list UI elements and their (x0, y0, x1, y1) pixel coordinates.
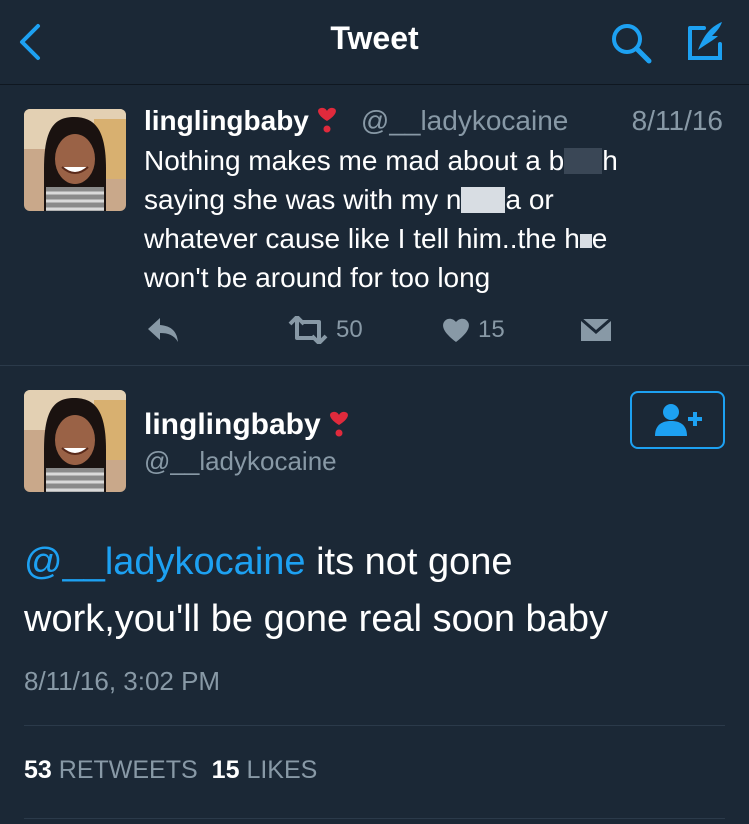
display-name[interactable]: linglingbaby (144, 105, 309, 136)
tweet-text: @__ladykocaine its not gone work,you'll … (24, 534, 724, 648)
tweet-text-segment: its not gone (305, 541, 513, 583)
tweet-text-segment: won't be around for too long (144, 262, 491, 293)
envelope-icon (580, 318, 612, 341)
tweet-text-segment: h (602, 145, 618, 176)
divider (24, 818, 725, 819)
compose-icon[interactable] (682, 18, 730, 66)
retweet-count: 50 (336, 316, 363, 343)
avatar[interactable] (24, 109, 126, 211)
avatar[interactable] (24, 390, 126, 492)
reply-button[interactable] (146, 313, 180, 347)
censor-block (564, 148, 603, 174)
parent-tweet[interactable]: linglingbaby @__ladykocaine 8/11/16 Noth… (0, 85, 749, 366)
tweet-text: Nothing makes me mad about a b h saying s… (144, 141, 729, 297)
tweet-text-segment: Nothing makes me mad about a b (144, 145, 565, 176)
search-icon[interactable] (608, 20, 654, 66)
display-name[interactable]: linglingbaby (144, 408, 321, 441)
heavy-heart-exclamation-icon (329, 411, 348, 437)
like-count: 15 (478, 316, 505, 343)
retweets-label: RETWEETS (58, 756, 198, 784)
like-count: 15 (211, 756, 240, 784)
tweet-text-segment: saying she was with my n (144, 184, 462, 215)
display-name-row: linglingbaby (144, 408, 353, 442)
direct-message-button[interactable] (580, 313, 612, 347)
top-nav-bar: Tweet (0, 0, 749, 85)
tweet-text-segment: a or (505, 184, 554, 215)
retweets-stat[interactable]: 53 RETWEETS (24, 756, 198, 784)
tweet-header: linglingbaby @__ladykocaine (144, 105, 568, 137)
likes-stat[interactable]: 15 LIKES (212, 756, 318, 784)
reply-icon (148, 318, 178, 342)
censor-block (461, 187, 506, 213)
tweet-text-segment: e (591, 223, 608, 254)
retweet-button[interactable]: 50 (288, 313, 363, 347)
mention-link[interactable]: @__ladykocaine (24, 541, 306, 583)
like-button[interactable]: 15 (442, 313, 505, 347)
tweet-date: 8/11/16 (631, 105, 723, 136)
retweet-count: 53 (24, 756, 52, 784)
retweet-icon (288, 316, 328, 344)
tweet-actions: 50 15 (144, 313, 624, 347)
likes-label: LIKES (246, 756, 318, 784)
heavy-heart-exclamation-icon (317, 107, 336, 133)
handle[interactable]: @__ladykocaine (361, 105, 568, 136)
tweet-timestamp: 8/11/16, 3:02 PM (24, 666, 221, 696)
heart-icon (443, 318, 469, 342)
tweet-text-segment: whatever cause like I tell him..the h (144, 223, 580, 254)
divider (24, 725, 725, 726)
handle[interactable]: @__ladykocaine (144, 446, 337, 477)
censor-block (579, 234, 592, 248)
add-user-icon (654, 404, 702, 436)
tweet-stats: 53 RETWEETS 15 LIKES (24, 756, 317, 785)
follow-button[interactable] (630, 391, 725, 449)
main-tweet: linglingbaby @__ladykocaine @__ladykocai… (0, 366, 749, 824)
tweet-text-segment: work,you'll be gone real soon baby (24, 598, 608, 640)
